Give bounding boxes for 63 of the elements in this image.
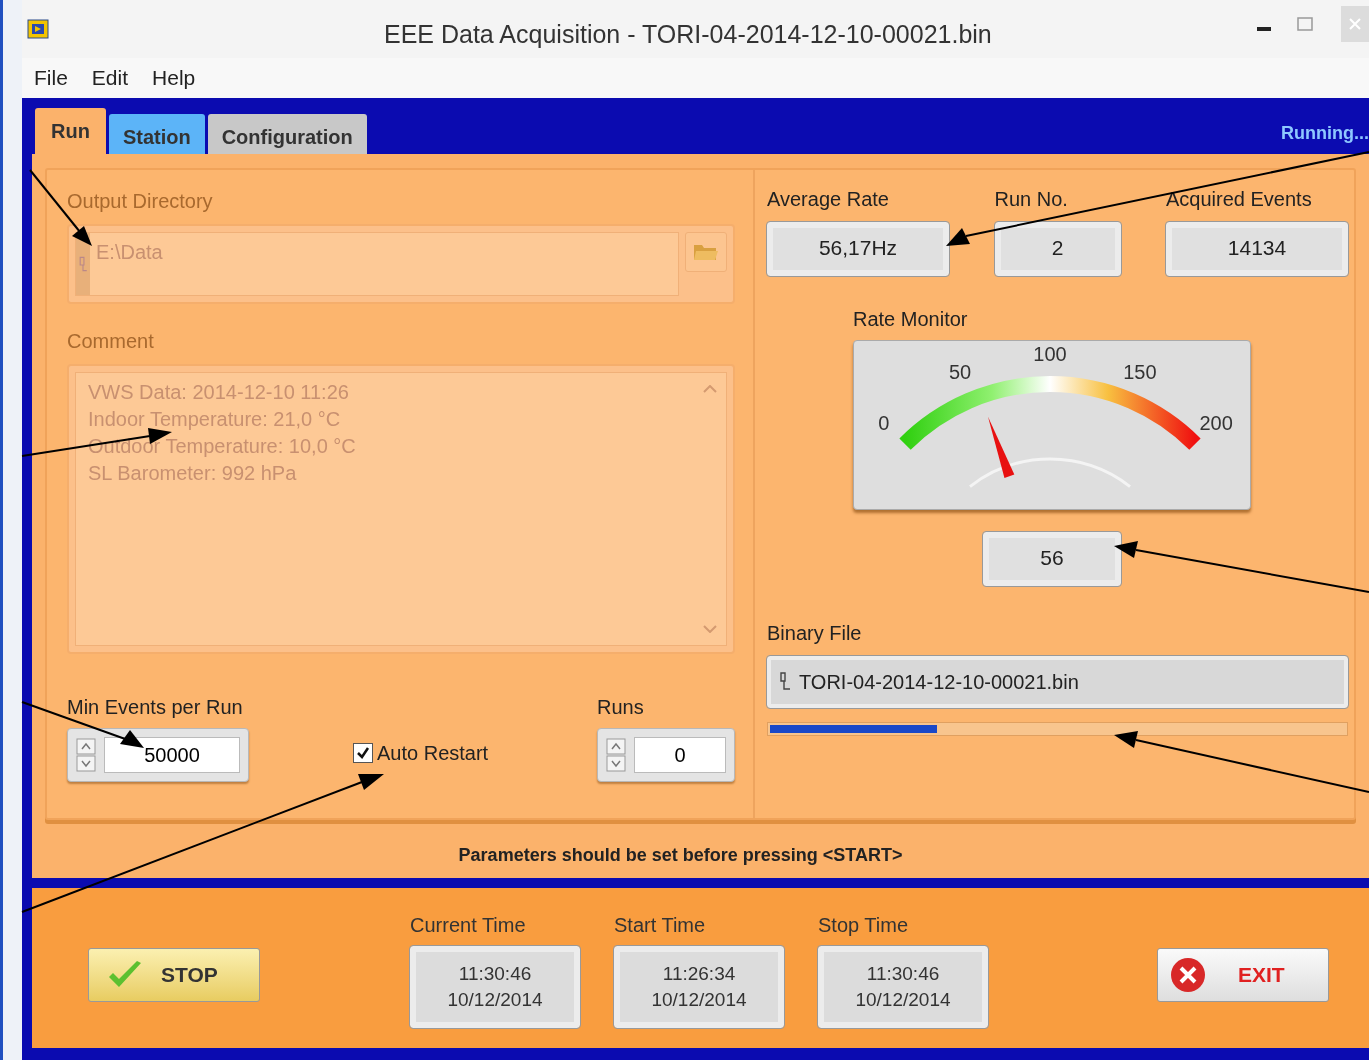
tab[interactable]: Run bbox=[35, 108, 106, 154]
comment-line: VWS Data: 2014-12-10 11:26 bbox=[88, 380, 350, 405]
menu-item[interactable]: Edit bbox=[91, 62, 129, 94]
comment-line: Indoor Temperature: 21,0 °C bbox=[88, 407, 342, 432]
comment-label: Comment bbox=[67, 329, 155, 354]
comment-line: SL Barometer: 992 hPa bbox=[88, 461, 298, 486]
indicator-value: 14134 bbox=[1166, 222, 1348, 276]
runs-label: Runs bbox=[597, 695, 645, 720]
time-label: Start Time bbox=[614, 913, 706, 938]
hint-message: Parameters should be set before pressing <START> bbox=[458, 844, 903, 867]
indicator-label: Average Rate bbox=[767, 187, 890, 212]
date-value: 10/12/2014 bbox=[855, 988, 951, 1012]
spinner-arrows-icon[interactable] bbox=[76, 738, 96, 772]
status-text: Running... bbox=[1281, 122, 1369, 145]
menu-item[interactable]: File bbox=[34, 62, 68, 94]
maximize-icon[interactable] bbox=[1297, 17, 1313, 31]
app-icon bbox=[27, 19, 49, 39]
min-events-value: 50000 bbox=[104, 737, 240, 773]
time-label: Current Time bbox=[410, 913, 526, 938]
minimize-icon[interactable] bbox=[1257, 27, 1271, 31]
gauge-scale-label: 150 bbox=[1123, 360, 1157, 383]
scroll-up-icon[interactable] bbox=[703, 385, 717, 393]
exit-button[interactable]: EXIT bbox=[1157, 948, 1329, 1002]
scroll-down-icon[interactable] bbox=[703, 625, 717, 633]
time-label: Stop Time bbox=[818, 913, 909, 938]
auto-restart-checkbox[interactable]: Auto Restart bbox=[353, 738, 489, 768]
time-value: 11:30:46 bbox=[458, 962, 532, 986]
indicator-label: Acquired Events bbox=[1166, 187, 1313, 212]
min-events-spinner[interactable]: 50000 bbox=[67, 728, 249, 782]
spinner-arrows-icon[interactable] bbox=[606, 738, 626, 772]
comment-line: Outdoor Temperature: 10,0 °C bbox=[88, 434, 357, 459]
time-value: 11:30:46 bbox=[866, 962, 940, 986]
close-icon bbox=[1349, 18, 1361, 30]
indicator-label: Run No. bbox=[994, 187, 1069, 212]
check-icon bbox=[107, 961, 143, 989]
runs-spinner[interactable]: 0 bbox=[597, 728, 735, 782]
gauge-scale-label: 0 bbox=[878, 411, 890, 434]
time-value: 11:26:34 bbox=[662, 962, 736, 986]
window-title: EEE Data Acquisition - TORI-04-2014-12-10-00021.bin bbox=[384, 19, 992, 50]
gauge-scale-label: 100 bbox=[1033, 343, 1067, 365]
rate-monitor-label: Rate Monitor bbox=[853, 307, 969, 332]
indicator-value: 56,17Hz bbox=[767, 222, 949, 276]
gauge-scale-label: 200 bbox=[1199, 411, 1233, 434]
gauge-scale-label: 50 bbox=[948, 360, 972, 383]
browse-button[interactable] bbox=[685, 232, 727, 272]
output-directory-label: Output Directory bbox=[67, 189, 214, 214]
binary-file-label: Binary File bbox=[767, 621, 863, 646]
date-value: 10/12/2014 bbox=[651, 988, 747, 1012]
menu-item[interactable]: Help bbox=[152, 62, 196, 94]
runs-value: 0 bbox=[634, 737, 726, 773]
binary-file-field: TORI-04-2014-12-10-00021.bin bbox=[767, 656, 1348, 708]
tab[interactable]: Configuration bbox=[207, 114, 367, 154]
output-directory-value: E:\Data bbox=[96, 240, 163, 265]
path-icon bbox=[779, 671, 793, 693]
rate-reading: 56 bbox=[983, 532, 1121, 586]
indicator-value: 2 bbox=[994, 222, 1121, 276]
close-circle-icon bbox=[1170, 957, 1206, 993]
close-button[interactable] bbox=[1341, 6, 1369, 42]
date-value: 10/12/2014 bbox=[447, 988, 543, 1012]
min-events-label: Min Events per Run bbox=[67, 695, 244, 720]
tab[interactable]: Station bbox=[108, 114, 205, 154]
folder-icon bbox=[693, 242, 719, 262]
stop-button[interactable]: STOP bbox=[88, 948, 260, 1002]
